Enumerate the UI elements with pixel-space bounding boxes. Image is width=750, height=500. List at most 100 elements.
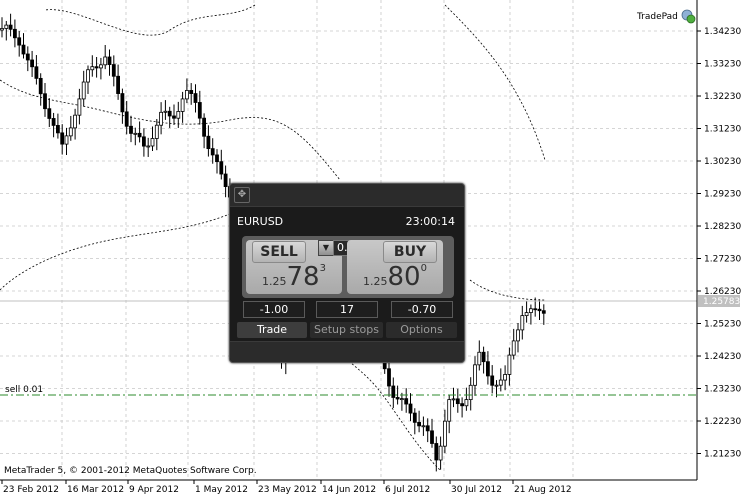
candle-body: [537, 308, 542, 312]
candle-body: [464, 399, 469, 407]
candle-body: [124, 111, 129, 127]
candle-body: [399, 398, 404, 401]
buy-price-fraction: 0: [420, 263, 427, 274]
price-tick-label: 1.34230: [704, 27, 741, 37]
candle-body: [90, 66, 95, 71]
candle-body: [529, 308, 533, 313]
candle-body: [68, 127, 73, 137]
time-tick-label: 23 Feb 2012: [3, 485, 59, 495]
candle-body: [473, 364, 477, 386]
candle-body: [197, 102, 202, 119]
candle-body: [120, 93, 125, 113]
candle-body: [481, 351, 486, 363]
candle-body: [47, 108, 52, 119]
candle-body: [455, 398, 460, 405]
candle-body: [86, 69, 90, 83]
candle-body: [516, 329, 520, 342]
buy-label: BUY: [383, 241, 437, 263]
time-tick-label: 14 Jun 2012: [322, 485, 376, 495]
symbol-label: EURUSD: [237, 215, 284, 228]
price-tick-label: 1.23230: [704, 385, 741, 395]
price-tick-label: 1.25230: [704, 320, 741, 330]
candle-body: [25, 53, 30, 61]
candle-body: [60, 132, 65, 145]
candle-body: [4, 24, 9, 29]
candle-body: [43, 93, 47, 110]
time-tick-label: 23 May 2012: [258, 485, 317, 495]
candle-body: [494, 384, 499, 387]
stat-middle-field[interactable]: 17: [316, 301, 378, 318]
candle-body: [507, 354, 512, 375]
candle-body: [141, 136, 146, 147]
stat-left-field[interactable]: -1.00: [243, 301, 305, 318]
tradepad-titlebar[interactable]: ✥: [230, 184, 464, 207]
candle-body: [524, 312, 529, 317]
candle-body: [442, 420, 447, 447]
candle-body: [180, 98, 185, 112]
candle-body: [430, 430, 434, 444]
candle-body: [34, 66, 39, 79]
candle-body: [184, 90, 189, 100]
tab-trade[interactable]: Trade: [237, 322, 307, 338]
current-price-tag: 1.25783: [698, 295, 740, 307]
candle-body: [81, 81, 86, 100]
price-tick-label: 1.21230: [704, 450, 741, 460]
candle-body: [485, 361, 490, 377]
candle-body: [533, 308, 538, 311]
candle-body: [210, 148, 215, 156]
sell-price-prefix: 1.25: [262, 275, 287, 288]
candle-body: [154, 124, 159, 139]
price-tick-label: 1.29230: [704, 190, 741, 200]
sell-price-pips: 78: [286, 262, 320, 292]
candle-body: [219, 161, 224, 175]
sell-price-fraction: 3: [319, 263, 326, 274]
candle-body: [77, 98, 82, 116]
time-tick-label: 30 Jul 2012: [451, 485, 502, 495]
candle-body: [503, 374, 508, 381]
price-tick-label: 1.30230: [704, 157, 741, 167]
candle-body: [202, 117, 207, 137]
arrow-down-icon[interactable]: ▼: [318, 240, 334, 256]
candle-body: [434, 443, 439, 461]
candle-body: [404, 398, 409, 405]
stat-right-field[interactable]: -0.70: [391, 301, 453, 318]
candle-body: [206, 135, 211, 150]
candle-body: [103, 56, 108, 66]
candle-body: [468, 384, 473, 400]
candle-body: [511, 340, 516, 356]
candle-body: [421, 425, 426, 428]
buy-button[interactable]: BUY 1.25800: [347, 240, 443, 294]
copyright-text: MetaTrader 5, © 2001-2012 MetaQuotes Sof…: [4, 466, 257, 476]
sell-price: 1.25783: [246, 263, 342, 291]
candle-body: [116, 75, 120, 94]
candle-body: [56, 125, 60, 134]
candle-body: [0, 28, 4, 31]
tab-options[interactable]: Options: [386, 322, 457, 338]
move-icon[interactable]: ✥: [234, 187, 250, 203]
candle-body: [387, 368, 391, 387]
candle-body: [412, 412, 417, 423]
time-tick-label: 6 Jul 2012: [385, 485, 430, 495]
candle-body: [438, 445, 443, 461]
candle-body: [541, 310, 546, 314]
candle-body: [477, 351, 482, 366]
candle-body: [417, 421, 422, 427]
candle-body: [159, 111, 164, 126]
sell-label: SELL: [252, 241, 306, 263]
buy-price-pips: 80: [387, 262, 421, 292]
candle-body: [137, 132, 142, 138]
tab-setup-stops[interactable]: Setup stops: [310, 322, 383, 338]
candle-body: [129, 125, 133, 134]
tradepad-indicator-label: TradePad: [636, 12, 678, 22]
candle-body: [498, 379, 503, 386]
tradepad-panel[interactable]: ✥ EURUSD 23:00:14 SELL 1.25783 ▼ 0.01 ▲ …: [229, 183, 465, 363]
current-price-text: 1.25783: [703, 297, 740, 307]
buy-price: 1.25800: [347, 263, 443, 291]
candle-body: [223, 173, 228, 188]
candle-body: [447, 399, 452, 422]
candle-body: [172, 115, 176, 119]
candle-body: [176, 111, 181, 119]
candle-body: [51, 118, 56, 126]
candle-body: [146, 145, 151, 148]
price-tick-label: 1.33230: [704, 60, 741, 70]
